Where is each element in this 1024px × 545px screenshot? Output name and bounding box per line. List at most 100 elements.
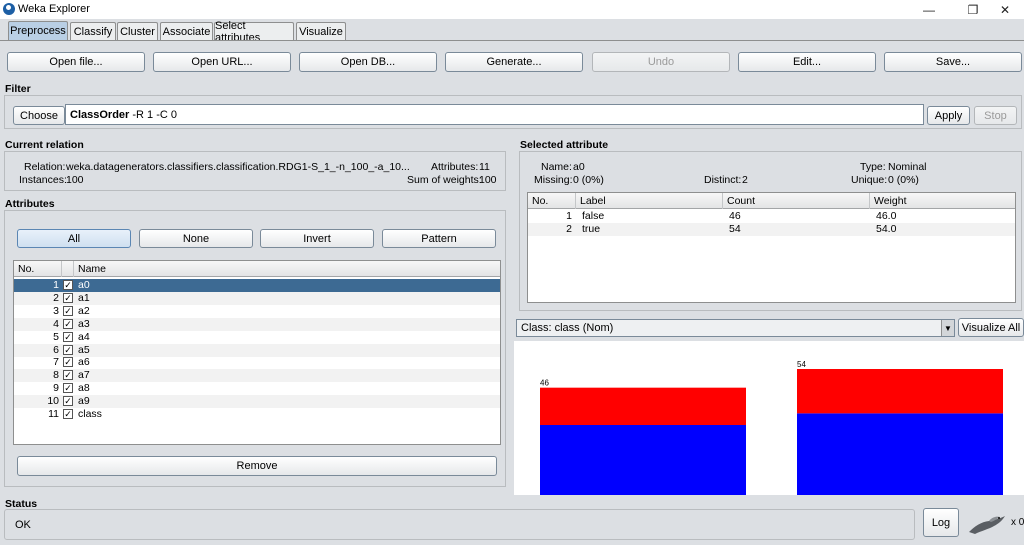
label-counts-header: No. Label Count Weight [528, 193, 1015, 209]
status-text: OK [15, 519, 31, 531]
attribute-name: a5 [78, 343, 90, 356]
attr-type-label: Type: [860, 161, 886, 173]
class-histogram: 46 54 [514, 341, 1024, 495]
attributes-section-label: Attributes [5, 198, 55, 210]
open-file-button[interactable]: Open file... [7, 52, 145, 72]
attribute-checkbox[interactable]: ✓ [63, 409, 73, 419]
tab-associate[interactable]: Associate [160, 22, 213, 40]
table-row[interactable]: 2 ✓ a1 [14, 291, 500, 305]
chevron-down-icon[interactable]: ▼ [941, 320, 954, 336]
pattern-button[interactable]: Pattern [382, 229, 496, 248]
table-row[interactable]: 5 ✓ a4 [14, 331, 500, 344]
undo-button[interactable]: Undo [592, 52, 730, 72]
current-relation-label: Current relation [5, 139, 84, 151]
attr-type-value: Nominal [888, 161, 927, 173]
attr-unique-value: 0 (0%) [888, 174, 919, 186]
tab-preprocess[interactable]: Preprocess [8, 21, 68, 40]
attributes-table[interactable]: No. Name 1 ✓ a0 2 ✓ a1 3 ✓ a2 4 ✓ a3 5 ✓ a4 6 ✓ a5 7 ✓ a6 8 ✓ a… [13, 260, 501, 445]
column-checkbox [62, 261, 74, 277]
column-label[interactable]: Label [576, 193, 723, 209]
column-weight[interactable]: Weight [870, 193, 1015, 209]
tab-classify[interactable]: Classify [70, 22, 116, 40]
visualize-all-button[interactable]: Visualize All [958, 318, 1024, 337]
attribute-checkbox[interactable]: ✓ [63, 318, 73, 329]
tab-cluster[interactable]: Cluster [117, 22, 158, 40]
table-row[interactable]: 6 ✓ a5 [14, 343, 500, 357]
task-count: x 0 [1011, 517, 1024, 528]
attr-distinct-value: 2 [742, 174, 748, 186]
attribute-no: 7 [53, 356, 59, 369]
filter-text-field[interactable]: ClassOrder -R 1 -C 0 [65, 104, 924, 125]
column-no[interactable]: No. [528, 193, 576, 209]
bar-total-label: 54 [797, 360, 806, 369]
attribute-checkbox[interactable]: ✓ [63, 305, 73, 316]
choose-button[interactable]: Choose [13, 106, 65, 125]
row-no: 1 [566, 210, 572, 222]
minimize-icon[interactable]: — [906, 0, 952, 19]
close-icon[interactable]: ✕ [982, 0, 1024, 19]
attribute-no: 3 [53, 304, 59, 317]
attribute-checkbox[interactable]: ✓ [63, 331, 73, 342]
attribute-no: 9 [53, 382, 59, 395]
attribute-checkbox[interactable]: ✓ [63, 396, 73, 407]
row-label: false [582, 210, 605, 222]
table-row[interactable]: 2 true 54 54.0 [528, 223, 1015, 236]
bar-false-segment-1 [540, 425, 746, 495]
attribute-no: 11 [48, 408, 59, 420]
label-counts-table[interactable]: No. Label Count Weight 1 false 46 46.0 2… [527, 192, 1016, 303]
attribute-checkbox[interactable]: ✓ [63, 370, 73, 381]
attribute-checkbox[interactable]: ✓ [63, 357, 73, 368]
row-weight: 46.0 [876, 210, 897, 222]
table-row[interactable]: 10 ✓ a9 [14, 395, 500, 409]
row-count: 46 [729, 210, 741, 222]
generate-button[interactable]: Generate... [445, 52, 583, 72]
attribute-no: 4 [53, 317, 59, 330]
tab-visualize[interactable]: Visualize [296, 22, 346, 40]
filter-section-label: Filter [5, 83, 31, 95]
bar-false-segment-0 [540, 387, 746, 425]
none-button[interactable]: None [139, 229, 253, 248]
attribute-checkbox[interactable]: ✓ [63, 344, 73, 355]
attribute-checkbox[interactable]: ✓ [63, 383, 73, 394]
attr-missing-value: 0 (0%) [573, 174, 604, 186]
all-button[interactable]: All [17, 229, 131, 248]
table-row[interactable]: 11 ✓ class [14, 408, 500, 421]
attribute-name: a2 [78, 304, 90, 317]
save-button[interactable]: Save... [884, 52, 1022, 72]
window-title: Weka Explorer [18, 3, 90, 15]
attribute-name: a1 [78, 291, 90, 304]
attribute-no: 10 [47, 395, 59, 408]
invert-button[interactable]: Invert [260, 229, 374, 248]
table-row[interactable]: 1 ✓ a0 [14, 279, 500, 292]
column-count[interactable]: Count [723, 193, 870, 209]
stop-button[interactable]: Stop [974, 106, 1017, 125]
attribute-name: a3 [78, 317, 90, 330]
sum-of-weights-label: Sum of weights: [407, 174, 482, 186]
attribute-no: 8 [53, 369, 59, 382]
class-select[interactable]: Class: class (Nom) ▼ [516, 319, 955, 337]
column-no[interactable]: No. [14, 261, 62, 277]
filter-options: -R 1 -C 0 [129, 108, 177, 121]
attribute-checkbox[interactable]: ✓ [63, 292, 73, 303]
bar-true-segment-0 [797, 369, 1003, 414]
apply-button[interactable]: Apply [927, 106, 970, 125]
tab-select-attributes[interactable]: Select attributes [214, 20, 294, 44]
relation-label: Relation: [24, 161, 66, 173]
table-row[interactable]: 9 ✓ a8 [14, 382, 500, 395]
attribute-no: 6 [53, 343, 59, 356]
table-row[interactable]: 3 ✓ a2 [14, 305, 500, 318]
column-name[interactable]: Name [74, 261, 500, 277]
log-button[interactable]: Log [923, 508, 959, 537]
open-db-button[interactable]: Open DB... [299, 52, 437, 72]
open-url-button[interactable]: Open URL... [153, 52, 291, 72]
attribute-checkbox[interactable]: ✓ [63, 280, 73, 290]
table-row[interactable]: 7 ✓ a6 [14, 356, 500, 369]
attribute-no: 5 [53, 330, 59, 343]
table-row[interactable]: 8 ✓ a7 [14, 369, 500, 383]
table-row[interactable]: 1 false 46 46.0 [528, 210, 1015, 223]
edit-button[interactable]: Edit... [738, 52, 876, 72]
bar-true-segment-1 [797, 413, 1003, 495]
remove-button[interactable]: Remove [17, 456, 497, 476]
bar-total-label: 46 [540, 379, 549, 388]
table-row[interactable]: 4 ✓ a3 [14, 317, 500, 331]
